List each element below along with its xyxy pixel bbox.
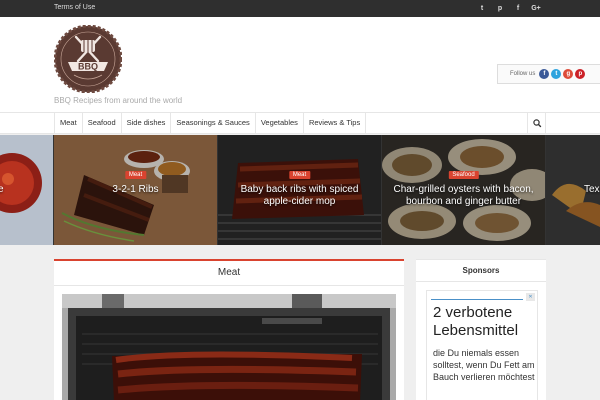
slide-baby-back-ribs[interactable]: Meat Baby back ribs with spiced apple-ci… <box>218 135 381 245</box>
slide-3-2-1-ribs[interactable]: Meat 3-2-1 Ribs <box>54 135 217 245</box>
follow-us-box: Follow us f t g p <box>497 64 600 84</box>
slide-partial-right[interactable]: Tex <box>546 135 600 245</box>
nav-item-vegetables[interactable]: Vegetables <box>256 113 304 134</box>
slide-char-grilled-oysters[interactable]: Seafood Char-grilled oysters with bacon,… <box>382 135 545 245</box>
ad-choices-icon[interactable]: ✕ <box>526 293 535 301</box>
follow-us-label: Follow us <box>510 71 536 77</box>
google-plus-icon[interactable]: G+ <box>527 3 545 14</box>
twitter-icon[interactable]: t <box>473 3 491 14</box>
main-navigation: Meat Seafood Side dishes Seasonings & Sa… <box>0 112 600 134</box>
search-button[interactable] <box>527 113 546 134</box>
category-badge[interactable]: Meat <box>124 171 147 179</box>
slide-title[interactable]: Tex <box>584 184 600 196</box>
site-header: BBQ BBQ Recipes from around the world Fo… <box>0 17 600 112</box>
nav-item-seafood[interactable]: Seafood <box>83 113 122 134</box>
pinterest-icon[interactable]: p <box>491 3 509 14</box>
slide-partial-left[interactable]: e <box>0 135 53 245</box>
ad-divider <box>431 299 523 300</box>
google-plus-icon[interactable]: g <box>563 69 574 79</box>
section-heading: Meat <box>54 261 404 286</box>
facebook-icon[interactable]: f <box>509 3 527 14</box>
slide-title[interactable]: 3-2-1 Ribs <box>62 184 209 196</box>
slide-title[interactable]: e <box>0 184 4 196</box>
slide-title[interactable]: Baby back ribs with spiced apple-cider m… <box>226 184 373 208</box>
sponsors-heading: Sponsors <box>416 260 546 282</box>
nav-item-meat[interactable]: Meat <box>55 113 83 134</box>
featured-post-image[interactable] <box>62 294 396 400</box>
sponsors-widget: Sponsors ✕ 2 verbotene Lebensmittel die … <box>416 259 546 400</box>
site-tagline: BBQ Recipes from around the world <box>54 96 183 105</box>
ad-headline[interactable]: 2 verbotene Lebensmittel <box>433 304 537 340</box>
sponsor-ad[interactable]: ✕ 2 verbotene Lebensmittel die Du niemal… <box>426 290 538 400</box>
site-logo[interactable]: BBQ <box>54 25 122 93</box>
nav-item-side-dishes[interactable]: Side dishes <box>122 113 172 134</box>
nav-item-reviews-tips[interactable]: Reviews & Tips <box>304 113 367 134</box>
slide-title[interactable]: Char-grilled oysters with bacon, bourbon… <box>390 184 537 208</box>
category-section: Meat <box>54 259 404 400</box>
top-bar: Terms of Use t p f G+ <box>0 0 600 17</box>
nav-item-seasonings-sauces[interactable]: Seasonings & Sauces <box>171 113 256 134</box>
category-badge[interactable]: Seafood <box>448 171 479 179</box>
featured-slider: e Meat 3-2-1 Ribs Meat Baby back ribs wi… <box>0 135 600 245</box>
pinterest-icon[interactable]: p <box>575 69 586 79</box>
slide-image <box>0 135 53 245</box>
top-social-links: t p f G+ <box>473 3 545 14</box>
ad-body[interactable]: die Du niemals essen solltest, wenn Du F… <box>433 347 537 383</box>
category-badge[interactable]: Meat <box>288 171 311 179</box>
twitter-icon[interactable]: t <box>551 69 562 79</box>
terms-of-use-link[interactable]: Terms of Use <box>54 4 95 11</box>
search-icon <box>533 119 542 128</box>
logo-text: BBQ <box>78 62 98 72</box>
ribs-on-grill-image <box>62 294 396 400</box>
facebook-icon[interactable]: f <box>539 69 550 79</box>
